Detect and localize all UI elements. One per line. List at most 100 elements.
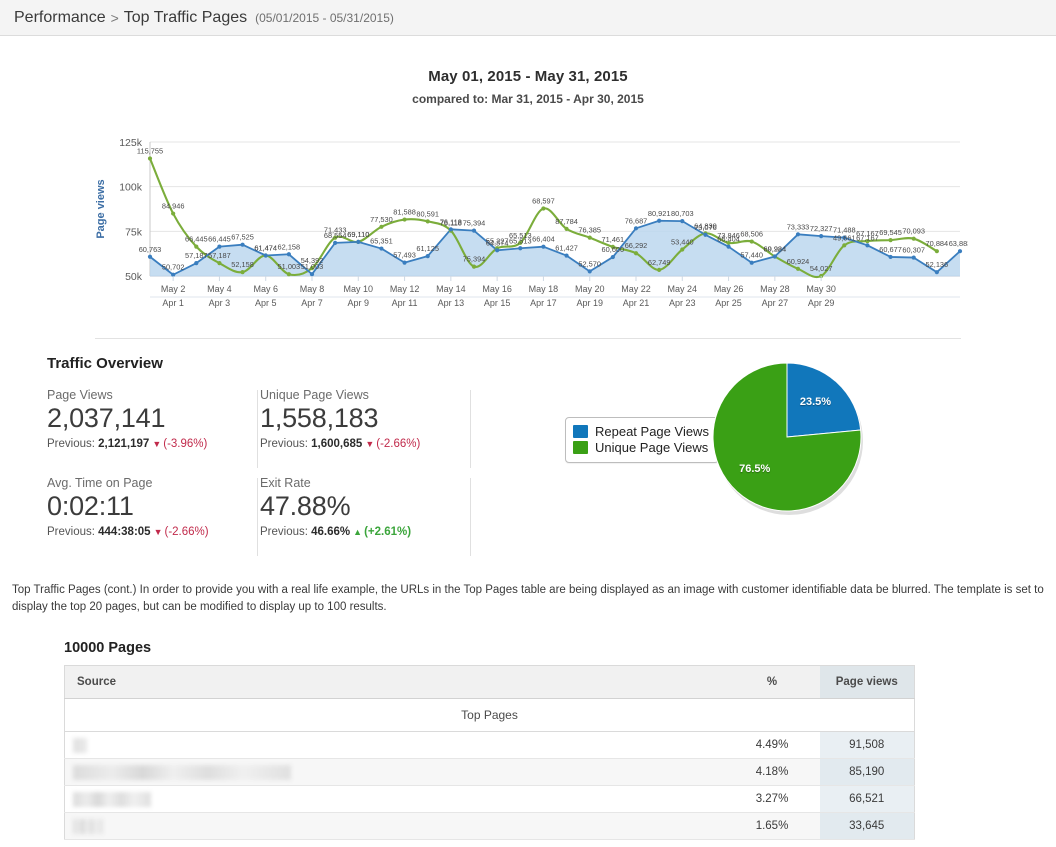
svg-text:61,474: 61,474 xyxy=(254,243,277,252)
svg-text:52,570: 52,570 xyxy=(578,259,601,268)
svg-text:May 20: May 20 xyxy=(575,284,605,294)
svg-text:73,333: 73,333 xyxy=(787,222,810,231)
legend-swatch-icon xyxy=(573,425,588,438)
svg-text:May 24: May 24 xyxy=(668,284,698,294)
metric-previous: Previous: 2,121,197 ▼ (-3.96%) xyxy=(47,438,256,450)
svg-text:Apr 25: Apr 25 xyxy=(715,298,742,308)
svg-text:51,003: 51,003 xyxy=(301,262,324,271)
svg-text:52,136: 52,136 xyxy=(926,260,949,269)
breadcrumb-date-range: (05/01/2015 - 05/31/2015) xyxy=(255,10,394,25)
svg-text:60,763: 60,763 xyxy=(139,245,162,254)
svg-text:71,461: 71,461 xyxy=(602,235,625,244)
svg-text:May 16: May 16 xyxy=(482,284,512,294)
svg-text:60,600: 60,600 xyxy=(602,245,625,254)
svg-text:68,597: 68,597 xyxy=(532,196,555,205)
svg-text:67,167: 67,167 xyxy=(856,233,879,242)
metric-label: Page Views xyxy=(47,388,113,402)
table-row[interactable]: 1.65% 33,645 xyxy=(64,812,915,841)
svg-text:60,924: 60,924 xyxy=(787,257,810,266)
metric-previous: Previous: 444:38:05 ▼ (-2.66%) xyxy=(47,526,256,538)
svg-text:50k: 50k xyxy=(125,271,143,283)
svg-text:Apr 29: Apr 29 xyxy=(808,298,835,308)
metric-delta: (+2.61%) xyxy=(364,525,412,538)
metric-previous-label: Previous: xyxy=(47,437,95,450)
table-caption-row: Top Pages xyxy=(64,698,915,733)
svg-text:May 18: May 18 xyxy=(529,284,559,294)
svg-text:Apr 19: Apr 19 xyxy=(576,298,603,308)
metric-page-views: Page Views 2,037,141 Previous: 2,121,197… xyxy=(43,388,258,468)
svg-text:72,327: 72,327 xyxy=(810,224,833,233)
blurred-url xyxy=(73,818,103,834)
breadcrumb-leaf[interactable]: Top Traffic Pages xyxy=(124,9,247,27)
breadcrumb-root[interactable]: Performance xyxy=(14,9,106,27)
svg-text:81,588: 81,588 xyxy=(393,208,416,217)
metric-delta: (-2.66%) xyxy=(164,525,209,538)
metric-delta: (-2.66%) xyxy=(376,437,421,450)
svg-text:60,307: 60,307 xyxy=(902,246,925,255)
svg-text:52,158: 52,158 xyxy=(231,260,254,269)
legend-label: Unique Page Views xyxy=(595,440,709,455)
svg-text:May 10: May 10 xyxy=(344,284,374,294)
svg-text:57,440: 57,440 xyxy=(740,251,763,260)
svg-text:Page views: Page views xyxy=(95,179,107,238)
svg-text:63,883: 63,883 xyxy=(949,239,968,248)
table-row[interactable]: 4.49% 91,508 xyxy=(64,731,915,760)
column-header-source[interactable]: Source xyxy=(64,665,725,700)
svg-text:54,027: 54,027 xyxy=(810,264,833,273)
page-views-pie-chart: Repeat Page Views Unique Page Views 23.5… xyxy=(563,355,1013,564)
svg-text:66,445: 66,445 xyxy=(185,235,208,244)
metric-unique-page-views: Unique Page Views 1,558,183 Previous: 1,… xyxy=(256,388,471,468)
svg-text:62,158: 62,158 xyxy=(278,242,301,251)
column-header-page-views[interactable]: Page views xyxy=(819,665,915,700)
svg-text:May 14: May 14 xyxy=(436,284,466,294)
svg-text:Apr 11: Apr 11 xyxy=(392,298,418,308)
cell-page-views: 33,645 xyxy=(819,812,915,841)
svg-text:Apr 1: Apr 1 xyxy=(162,298,184,308)
pie-slice-label-unique: 76.5% xyxy=(739,462,771,475)
svg-text:May 26: May 26 xyxy=(714,284,744,294)
svg-text:66,445: 66,445 xyxy=(208,235,231,244)
svg-text:68,554: 68,554 xyxy=(324,231,347,240)
svg-text:70,884: 70,884 xyxy=(926,239,949,248)
table-heading: 10000 Pages xyxy=(64,640,152,657)
metric-exit-rate: Exit Rate 47.88% Previous: 46.66% ▲ (+2.61… xyxy=(256,476,471,556)
legend-item-repeat[interactable]: Repeat Page Views xyxy=(573,424,709,439)
breadcrumb-separator: > xyxy=(110,9,119,26)
report-title: May 01, 2015 - May 31, 2015 xyxy=(428,68,628,85)
table-row[interactable]: 3.27% 66,521 xyxy=(64,785,915,814)
legend-swatch-icon xyxy=(573,441,588,454)
svg-text:49,661: 49,661 xyxy=(833,233,856,242)
trend-down-icon: ▼ xyxy=(152,438,162,449)
report-note: Top Traffic Pages (cont.) In order to pr… xyxy=(12,583,1044,613)
svg-text:May 4: May 4 xyxy=(207,284,232,294)
svg-text:Apr 9: Apr 9 xyxy=(348,298,370,308)
svg-text:May 12: May 12 xyxy=(390,284,420,294)
svg-text:71,488: 71,488 xyxy=(833,226,856,235)
svg-text:May 2: May 2 xyxy=(161,284,186,294)
svg-text:84,946: 84,946 xyxy=(162,202,185,211)
svg-text:51,003: 51,003 xyxy=(278,262,301,271)
svg-text:Apr 21: Apr 21 xyxy=(623,298,650,308)
svg-text:75,394: 75,394 xyxy=(463,219,486,228)
legend-item-unique[interactable]: Unique Page Views xyxy=(573,440,709,455)
cell-percent: 1.65% xyxy=(724,812,820,841)
svg-text:May 8: May 8 xyxy=(300,284,325,294)
report-body: May 01, 2015 - May 31, 2015 compared to:… xyxy=(0,68,1056,841)
table-caption: Top Pages xyxy=(64,698,915,733)
svg-text:May 28: May 28 xyxy=(760,284,790,294)
svg-text:65,513: 65,513 xyxy=(509,236,532,245)
cell-percent: 4.49% xyxy=(724,731,820,760)
svg-text:87,784: 87,784 xyxy=(555,217,578,226)
svg-text:70,093: 70,093 xyxy=(902,227,925,236)
top-pages-table: Top Pages Source % Page views 4.49% 91,50… xyxy=(64,665,915,841)
svg-text:61,125: 61,125 xyxy=(416,244,439,253)
column-header-percent[interactable]: % xyxy=(724,665,820,700)
trend-down-icon: ▼ xyxy=(365,438,375,449)
svg-text:69,545: 69,545 xyxy=(879,228,902,237)
svg-text:May 30: May 30 xyxy=(806,284,836,294)
metrics-panel: Traffic Overview Page Views 2,037,141 Pr… xyxy=(43,355,563,564)
svg-text:115,755: 115,755 xyxy=(137,147,163,156)
metric-previous-value: 1,600,685 xyxy=(311,437,363,450)
cell-percent: 3.27% xyxy=(724,785,820,814)
table-row[interactable]: 4.18% 85,190 xyxy=(64,758,915,787)
